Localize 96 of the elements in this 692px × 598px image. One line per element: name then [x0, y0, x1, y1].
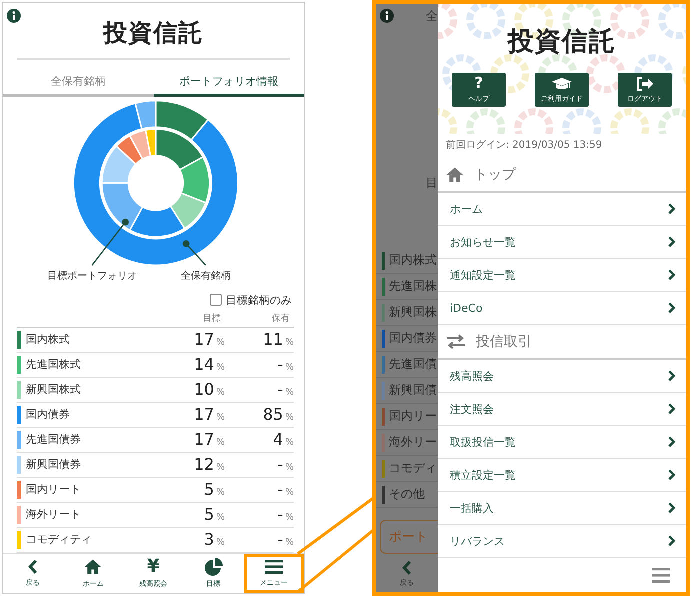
holding-value: 11 [263, 330, 284, 350]
checkbox[interactable] [210, 294, 222, 306]
target-value: 5 [204, 505, 214, 524]
asset-name: 新興国債 [389, 382, 437, 399]
asset-name: 国内債券 [26, 407, 70, 422]
pie-chart-icon [204, 558, 223, 576]
chevron-icon [668, 535, 676, 547]
chevron-icon [668, 502, 676, 514]
percent-unit: % [285, 338, 294, 348]
chevron-icon [668, 403, 676, 415]
chevron-icon [668, 370, 676, 382]
tab-label: 全 [426, 8, 438, 24]
leader-line [182, 240, 206, 266]
target-value: 17 [194, 405, 214, 424]
checkbox-label: 目標銘柄のみ [226, 292, 292, 308]
app-logo: 投資信託 [104, 18, 204, 50]
tab[interactable]: ポートフォリオ情報 [154, 66, 304, 97]
chart-label: 目標ポートフォリオ [47, 271, 138, 282]
asset-name: 先進国債 [389, 356, 437, 373]
chevron-icon [668, 236, 676, 248]
asset-name: 先進国株式 [26, 357, 81, 372]
graduation-cap-icon [552, 76, 572, 90]
exchange-arrows-icon [446, 334, 466, 350]
chart-label: 目 [426, 175, 438, 192]
percent-unit: % [285, 513, 294, 524]
info-icon[interactable] [7, 9, 21, 23]
target-value: 17 [194, 330, 214, 350]
target-value: 14 [194, 355, 214, 374]
percent-unit: % [216, 363, 225, 374]
app-logo: 投資信託 [508, 26, 616, 59]
target-value: 10 [194, 380, 214, 400]
percent-unit: % [285, 438, 294, 448]
menu-icon[interactable] [652, 568, 670, 582]
asset-name: コモディティ [26, 532, 92, 548]
asset-name: 新興国債券 [26, 457, 81, 472]
target-value: 12 [194, 455, 214, 474]
yen-icon: ¥ [147, 558, 160, 576]
column-header: 保有 [271, 312, 291, 325]
home-icon [84, 558, 102, 576]
percent-unit: % [216, 488, 225, 498]
chevron-icon [668, 436, 676, 448]
chevron-icon [668, 302, 676, 314]
target-value: 5 [204, 480, 214, 500]
holding-value: 4 [273, 430, 284, 450]
holding-value: - [278, 380, 284, 400]
percent-unit: % [216, 513, 225, 524]
target-value: 3 [204, 530, 214, 550]
holding-value: 85 [263, 405, 284, 424]
holding-value: - [278, 530, 284, 550]
back-icon [28, 558, 38, 575]
last-login-text: 前回ログイン: 2019/03/05 13:59 [445, 139, 604, 153]
percent-unit: % [285, 363, 294, 374]
leader-line [92, 218, 130, 266]
asset-name: 海外リート [26, 507, 81, 522]
asset-name: 先進国債券 [26, 432, 81, 448]
asset-name: コモディ [389, 460, 437, 477]
holding-value: - [278, 355, 284, 374]
asset-name: 国内債券 [389, 330, 437, 347]
column-header: 目標 [202, 312, 222, 325]
section-title: 投信取引 [476, 332, 532, 350]
percent-unit: % [216, 413, 225, 424]
target-value: 17 [194, 430, 214, 450]
asset-name: 新興国株 [389, 304, 437, 321]
asset-name: 新興国株式 [26, 382, 81, 398]
percent-unit: % [285, 538, 294, 548]
info-icon[interactable] [380, 9, 394, 23]
percent-unit: % [285, 463, 294, 474]
chart-label: 全保有銘柄 [180, 271, 231, 282]
holding-value: - [278, 480, 284, 500]
menu-icon [264, 558, 283, 575]
asset-name: 先進国株 [389, 278, 437, 295]
asset-name: 海外リー [389, 434, 437, 451]
percent-unit: % [285, 488, 294, 498]
asset-name: その他 [389, 486, 425, 503]
holding-value: - [278, 455, 284, 474]
percent-unit: % [216, 463, 225, 474]
asset-name: 国内リー [389, 408, 437, 425]
logout-icon [636, 76, 654, 90]
asset-name: 国内株式 [389, 252, 437, 269]
chevron-icon [668, 469, 676, 481]
asset-name: 国内株式 [26, 332, 70, 348]
home-icon [446, 166, 464, 184]
holding-value: - [278, 505, 284, 524]
percent-unit: % [216, 438, 225, 448]
section-title: トップ [474, 166, 516, 184]
chevron-icon [668, 269, 676, 281]
percent-unit: % [285, 388, 294, 398]
tab[interactable]: 全保有銘柄 [3, 66, 154, 97]
question-icon: ? [474, 76, 484, 91]
percent-unit: % [216, 338, 225, 348]
percent-unit: % [285, 413, 294, 424]
percent-unit: % [216, 388, 225, 398]
percent-unit: % [216, 538, 225, 548]
asset-name: 国内リート [26, 482, 81, 498]
chevron-icon [668, 203, 676, 215]
back-icon [402, 560, 412, 576]
